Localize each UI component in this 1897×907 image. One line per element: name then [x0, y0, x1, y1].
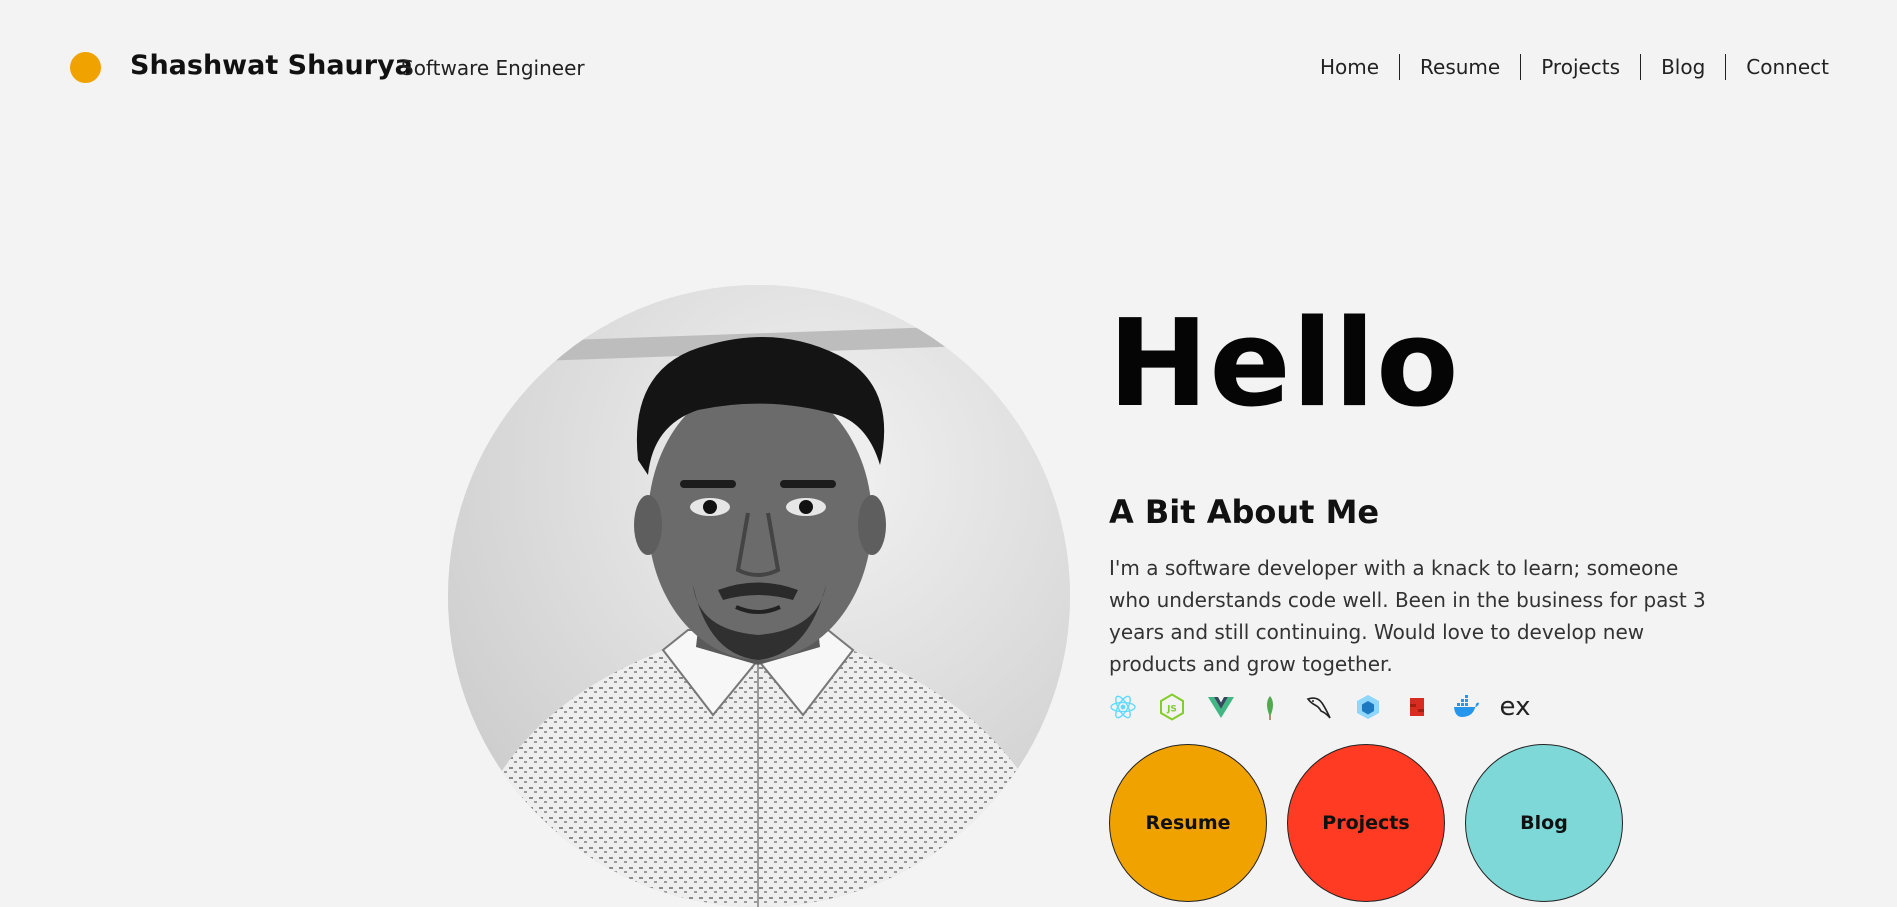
express-icon: ex	[1499, 692, 1531, 722]
brand-role: Software Engineer	[401, 56, 585, 80]
redis-icon	[1403, 693, 1431, 721]
tech-stack-icons: JS ex	[1109, 693, 1550, 721]
mysql-icon	[1305, 693, 1333, 721]
mongodb-icon	[1256, 693, 1284, 721]
react-icon	[1109, 693, 1137, 721]
resume-button[interactable]: Resume	[1109, 744, 1267, 902]
action-circles: Resume Projects Blog	[1109, 744, 1643, 902]
about-title: A Bit About Me	[1109, 493, 1380, 531]
nav-connect[interactable]: Connect	[1725, 54, 1829, 80]
nav-projects[interactable]: Projects	[1520, 54, 1640, 80]
profile-photo-illustration	[448, 285, 1070, 907]
blog-button[interactable]: Blog	[1465, 744, 1623, 902]
svg-text:JS: JS	[1166, 705, 1177, 715]
site-header: Shashwat Shaurya Software Engineer Home …	[0, 0, 1897, 130]
main-nav: Home Resume Projects Blog Connect	[1300, 54, 1829, 80]
brand-name[interactable]: Shashwat Shaurya	[130, 50, 413, 81]
nav-home[interactable]: Home	[1300, 54, 1399, 80]
nav-blog[interactable]: Blog	[1640, 54, 1725, 80]
profile-photo	[448, 285, 1070, 907]
nav-resume[interactable]: Resume	[1399, 54, 1520, 80]
logo-dot-icon[interactable]	[70, 52, 101, 83]
projects-button[interactable]: Projects	[1287, 744, 1445, 902]
about-text: I'm a software developer with a knack to…	[1109, 556, 1706, 676]
hero-greeting: Hello	[1108, 295, 1460, 434]
webpack-icon	[1354, 693, 1382, 721]
vue-icon	[1207, 693, 1235, 721]
nodejs-icon: JS	[1158, 693, 1186, 721]
express-label: ex	[1499, 692, 1531, 722]
docker-icon	[1452, 693, 1480, 721]
